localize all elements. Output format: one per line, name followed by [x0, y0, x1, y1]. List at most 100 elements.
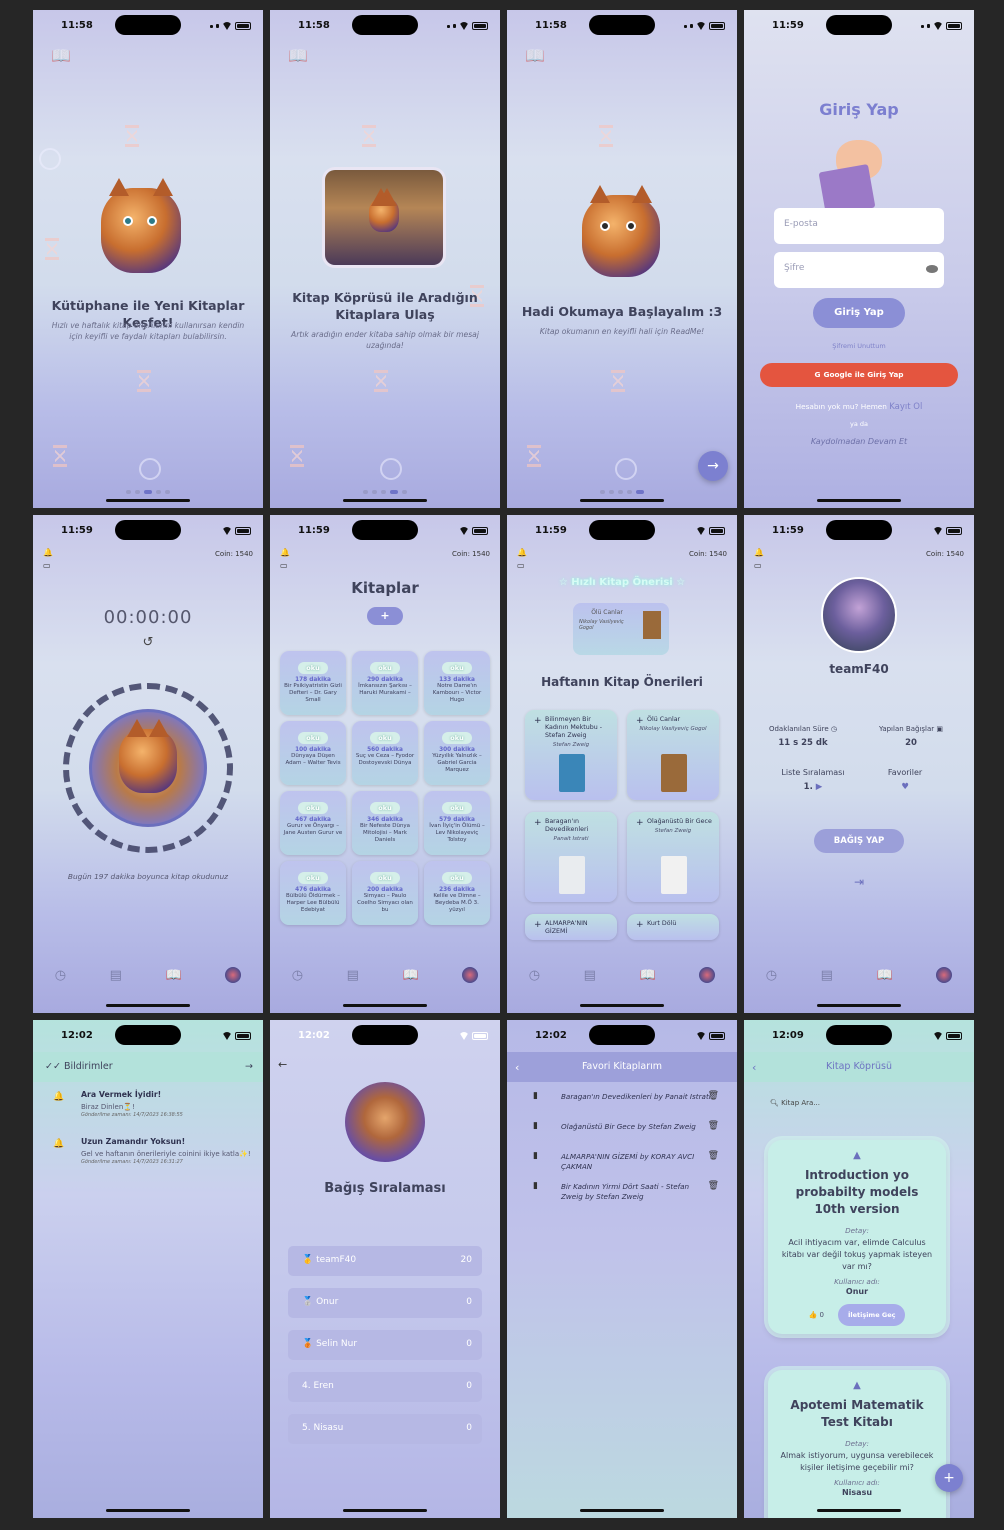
back-icon[interactable]: ‹: [752, 1061, 756, 1074]
read-button[interactable]: oku: [370, 872, 400, 884]
books-tab-icon[interactable]: ▤: [821, 968, 833, 983]
read-button[interactable]: oku: [370, 732, 400, 744]
read-button[interactable]: oku: [442, 732, 472, 744]
timer-tab-icon[interactable]: ◷: [529, 968, 540, 983]
favorites-stat[interactable]: Favoriler ♥: [860, 768, 950, 792]
add-icon-title: Baragan'ın Devedikenleri: [531, 818, 611, 834]
book-card[interactable]: oku 300 dakika Yüzyıllık Yalnızlık – Gabri…: [424, 721, 490, 785]
message-icon[interactable]: ▭: [280, 561, 490, 570]
bell-icon[interactable]: 🔔: [754, 548, 764, 557]
back-icon[interactable]: ‹: [515, 1061, 519, 1074]
email-field[interactable]: E-posta: [774, 208, 944, 244]
check-all-icon[interactable]: ✓✓: [45, 1061, 61, 1072]
status-icons: [921, 22, 962, 30]
read-button[interactable]: oku: [370, 662, 400, 674]
book-request-card[interactable]: ▲ Introduction yo probabilty models 10th…: [768, 1140, 946, 1334]
favorite-item[interactable]: ▮ Olağanüstü Bir Gece by Stefan Zweig 🗑︎: [533, 1121, 719, 1132]
google-login-button[interactable]: G Google ile Giriş Yap: [760, 363, 958, 387]
suggestion-card[interactable]: Olağanüstü Bir GeceStefan Zweig: [627, 812, 719, 902]
read-button[interactable]: oku: [298, 802, 328, 814]
profile-tab-avatar[interactable]: [462, 967, 479, 983]
trash-icon[interactable]: 🗑︎: [708, 1091, 719, 1102]
book-card[interactable]: oku 467 dakika Gurur ve Önyargı – Jane Aus…: [280, 791, 346, 855]
trash-icon[interactable]: 🗑︎: [708, 1151, 719, 1162]
login-button[interactable]: Giriş Yap: [813, 298, 905, 328]
favorite-item[interactable]: ▮ Bir Kadının Yirmi Dört Saati - Stefan Z…: [533, 1181, 719, 1201]
book-card[interactable]: oku 178 dakika Bir Psikiyatristin Gizli De…: [280, 651, 346, 715]
books-tab-icon[interactable]: ▤: [584, 968, 596, 983]
message-icon[interactable]: ▭: [43, 561, 253, 570]
bell-icon[interactable]: 🔔: [517, 548, 527, 557]
book-card[interactable]: oku 236 dakika Kelile ve Dimne – Beydeba M…: [424, 861, 490, 925]
book-card[interactable]: oku 346 dakika Bir Nefeste Dünya Mitolojis…: [352, 791, 418, 855]
search-bar[interactable]: 🔍︎ Kitap Ara...: [770, 1099, 820, 1107]
suggestion-card[interactable]: Ölü CanlarNikolay Vasilyeviç Gogol: [627, 710, 719, 800]
suggestion-card[interactable]: Baragan'ın Devedikenleri Panait Istrati: [525, 812, 617, 902]
trash-icon[interactable]: 🗑︎: [708, 1181, 719, 1192]
timer-tab-icon[interactable]: ◷: [292, 968, 303, 983]
eye-icon[interactable]: [926, 265, 938, 273]
donate-button[interactable]: BAĞIŞ YAP: [814, 829, 904, 853]
profile-tab-avatar[interactable]: [225, 967, 242, 983]
read-button[interactable]: oku: [442, 802, 472, 814]
timer-tab-icon[interactable]: ◷: [766, 968, 777, 983]
books-tab-icon[interactable]: ▤: [110, 968, 122, 983]
quick-suggestion-card[interactable]: Ölü Canlar Nikolay Vasilyeviç Gogol: [573, 603, 669, 655]
reset-icon[interactable]: ↺: [33, 635, 263, 650]
read-button[interactable]: oku: [442, 662, 472, 674]
books-icon: ▲: [853, 1150, 861, 1161]
book-card[interactable]: oku 100 dakika Dünyaya Düşen Adam – Walter…: [280, 721, 346, 785]
read-button[interactable]: oku: [370, 802, 400, 814]
bell-icon[interactable]: 🔔: [280, 548, 290, 557]
timer-tab-icon[interactable]: ◷: [55, 968, 66, 983]
contact-button[interactable]: İletişime Geç: [837, 1304, 906, 1326]
back-icon[interactable]: ←: [278, 1058, 287, 1071]
bell-icon[interactable]: 🔔: [43, 548, 53, 557]
book-card[interactable]: oku 560 dakika Suç ve Ceza – Fyodor Dostoy…: [352, 721, 418, 785]
message-icon[interactable]: ▭: [754, 561, 964, 570]
cat-reading-illustration: [101, 178, 181, 273]
profile-tab-avatar[interactable]: [699, 967, 716, 983]
books-tab-icon[interactable]: ▤: [347, 968, 359, 983]
suggestion-card[interactable]: Bilinmeyen Bir Kadının Mektubu - Stefan …: [525, 710, 617, 800]
notification-item[interactable]: 🔔 Uzun Zamandır Yoksun! Gel ve haftanın ön…: [51, 1137, 251, 1165]
library-tab-icon[interactable]: 📖: [165, 968, 181, 983]
like-button[interactable]: 👍 0: [809, 1311, 824, 1319]
read-button[interactable]: oku: [442, 872, 472, 884]
next-button[interactable]: →: [698, 451, 728, 481]
forward-icon[interactable]: →: [245, 1061, 253, 1072]
favorite-title: ALMARPA'NIN GİZEMİ by KORAY AVCI ÇAKMAN: [561, 1152, 695, 1171]
add-request-button[interactable]: +: [935, 1464, 963, 1492]
message-icon[interactable]: ▭: [517, 561, 727, 570]
suggestion-card[interactable]: Kurt Dölü: [627, 914, 719, 940]
notification-item[interactable]: 🔔 Ara Vermek İyidir! Biraz Dinlen⏳! Gönderi…: [51, 1090, 251, 1118]
page-indicator[interactable]: [270, 490, 500, 494]
library-tab-icon[interactable]: 📖: [639, 968, 655, 983]
suggestion-card[interactable]: ALMARPA'NIN GİZEMİ: [525, 914, 617, 940]
book-card[interactable]: oku 290 dakika İmkansızın Şarkısı – Haruki…: [352, 651, 418, 715]
page-indicator[interactable]: [507, 490, 737, 494]
page-indicator[interactable]: [33, 490, 263, 494]
read-button[interactable]: oku: [298, 872, 328, 884]
profile-tab-avatar[interactable]: [936, 967, 953, 983]
book-card[interactable]: oku 200 dakika Simyacı – Paulo Coelho Simy…: [352, 861, 418, 925]
book-request-card[interactable]: ▲ Apotemi Matematik Test Kitabı Detay: A…: [768, 1370, 946, 1518]
guest-link[interactable]: Kaydolmadan Devam Et: [744, 437, 974, 446]
book-card[interactable]: oku 476 dakika Bülbülü Öldürmek – Harper L…: [280, 861, 346, 925]
trash-icon[interactable]: 🗑︎: [708, 1121, 719, 1132]
read-button[interactable]: oku: [298, 732, 328, 744]
register-link[interactable]: Kayıt Ol: [889, 402, 922, 412]
rank-stat[interactable]: Liste Sıralaması 1. ▶: [768, 768, 858, 792]
favorite-item[interactable]: ▮ ALMARPA'NIN GİZEMİ by KORAY AVCI ÇAKMAN…: [533, 1151, 719, 1171]
library-tab-icon[interactable]: 📖: [876, 968, 892, 983]
book-card[interactable]: oku 133 dakika Notre Dame'ın Kambourı – Vi…: [424, 651, 490, 715]
logout-icon[interactable]: ⇥: [744, 875, 974, 889]
library-tab-icon[interactable]: 📖: [402, 968, 418, 983]
add-book-button[interactable]: +: [367, 607, 403, 625]
password-field[interactable]: Şifre: [774, 252, 944, 288]
favorite-item[interactable]: ▮ Baragan'ın Devedikenleri by Panait Istr…: [533, 1091, 719, 1102]
book-card[interactable]: oku 579 dakika İvan İlyiç'in Ölümü – Lev N…: [424, 791, 490, 855]
forgot-password-link[interactable]: Şifremi Unuttum: [744, 342, 974, 350]
read-button[interactable]: oku: [298, 662, 328, 674]
search-icon: 🔍︎: [770, 1099, 779, 1107]
